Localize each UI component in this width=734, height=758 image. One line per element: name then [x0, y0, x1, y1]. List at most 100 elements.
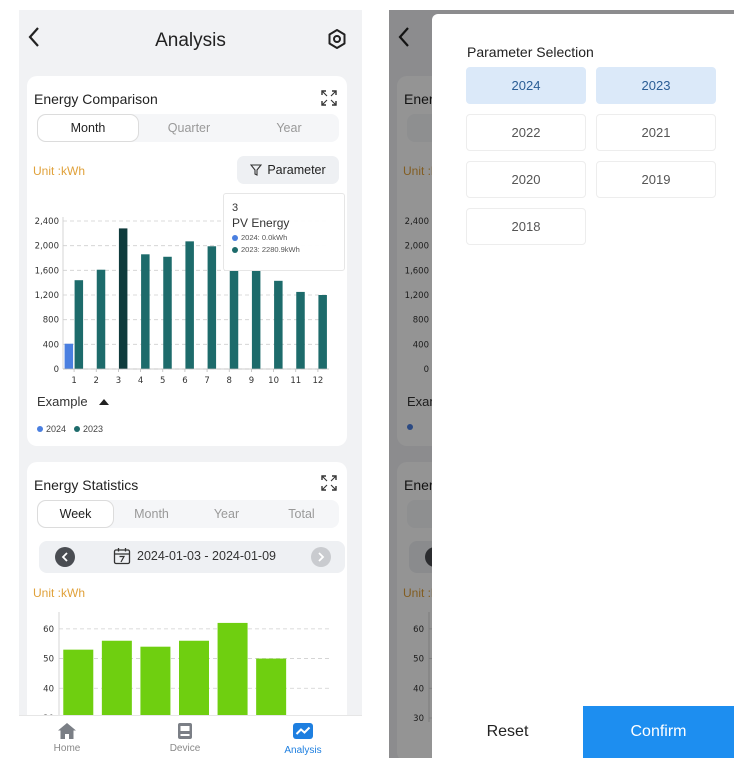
analysis-screen: Analysis Energy Comparison Month Quarter…	[19, 10, 362, 758]
tab-quarter[interactable]: Quarter	[139, 114, 239, 142]
bar-2023	[185, 241, 194, 369]
gear-icon	[328, 29, 346, 49]
tab-device[interactable]: Device	[145, 722, 225, 754]
x-tick-label: 10	[268, 376, 279, 386]
energy-comparison-card: Energy Comparison Month Quarter Year Uni…	[27, 76, 347, 446]
bar-2023	[163, 256, 172, 369]
series-dot	[37, 426, 43, 432]
top-bar: Analysis	[19, 10, 362, 68]
y-tick-label: 0	[54, 365, 59, 375]
legend-item-2024: 2024	[37, 424, 66, 434]
parameter-button[interactable]: Parameter	[237, 156, 339, 184]
year-option-2022[interactable]: 2022	[466, 114, 586, 151]
x-tick-label: 5	[160, 376, 165, 386]
year-option-2020[interactable]: 2020	[466, 161, 586, 198]
home-icon	[58, 723, 76, 739]
chevron-left-icon	[61, 552, 68, 562]
reset-button[interactable]: Reset	[432, 706, 583, 758]
filter-icon	[250, 164, 263, 176]
confirm-button[interactable]: Confirm	[583, 706, 734, 758]
tooltip-value: 2023: 2280.9kWh	[241, 245, 300, 254]
year-option-2019[interactable]: 2019	[596, 161, 716, 198]
expand-icon	[321, 475, 337, 491]
year-option-2021[interactable]: 2021	[596, 114, 716, 151]
device-icon	[178, 723, 192, 739]
tab-label: Analysis	[284, 745, 322, 756]
chevron-right-icon	[318, 552, 325, 562]
bar-2023	[296, 291, 305, 369]
legend-item-2023: 2023	[74, 424, 103, 434]
tooltip-value: 2024: 0.0kWh	[241, 233, 288, 242]
tab-analysis[interactable]: Analysis	[263, 722, 343, 756]
analysis-screen-with-drawer: Energy Comparison Unit :kWh 04008001,200…	[389, 10, 734, 758]
bar-2023	[318, 295, 327, 369]
bar-2024	[64, 343, 74, 369]
bar-2023	[118, 228, 128, 369]
y-tick-label: 800	[43, 316, 59, 326]
tooltip-series-name: PV Energy	[232, 216, 290, 230]
tab-label: Home	[53, 743, 81, 754]
bar-energy	[179, 640, 209, 722]
series-dot	[74, 426, 81, 432]
bar-2023	[96, 269, 106, 369]
next-date-button[interactable]	[311, 547, 331, 567]
expand-button[interactable]	[321, 90, 337, 106]
energy-statistics-card: Energy Statistics Week Month Year Total …	[27, 462, 347, 758]
caret-up-icon	[99, 399, 110, 405]
y-tick-label: 2,000	[35, 242, 59, 252]
date-range-picker: 2024-01-03 - 2024-01-09	[39, 541, 345, 573]
year-option-2023[interactable]: 2023	[596, 67, 716, 104]
analysis-icon	[293, 723, 313, 739]
bar-energy	[101, 640, 132, 722]
tab-year[interactable]: Year	[239, 114, 339, 142]
x-tick-label: 12	[313, 376, 324, 386]
period-tabs: Month Quarter Year	[37, 114, 339, 142]
x-tick-label: 3	[116, 376, 121, 386]
bar-energy	[256, 658, 287, 722]
bar-2023	[274, 280, 283, 369]
legend-label: 2023	[83, 424, 104, 434]
y-tick-label: 1,600	[35, 266, 59, 276]
expand-button[interactable]	[321, 475, 337, 491]
y-tick-label: 40	[43, 684, 54, 694]
x-tick-label: 4	[138, 376, 143, 386]
series-dot	[232, 234, 238, 241]
x-tick-label: 2	[94, 376, 99, 386]
statistics-chart: 30405060	[43, 612, 329, 722]
tab-total[interactable]: Total	[264, 500, 339, 528]
bar-energy	[140, 646, 171, 722]
y-tick-label: 400	[43, 340, 59, 350]
card-title: Energy Comparison	[34, 91, 158, 107]
tab-home[interactable]: Home	[27, 722, 107, 754]
chart-tooltip: 3 PV Energy 2024: 0.0kWh 2023: 2280.9kWh	[223, 193, 345, 271]
bottom-tab-bar: Home Device Analysis	[19, 715, 362, 758]
tab-label: Device	[169, 743, 201, 754]
bar-energy	[63, 649, 94, 722]
bar-2023	[207, 246, 217, 369]
x-tick-label: 7	[204, 376, 209, 386]
legend-toggle[interactable]: Example	[37, 394, 110, 409]
year-grid: 2024 2023 2022 2021 2020 2019 2018	[466, 67, 718, 245]
tab-month[interactable]: Month	[37, 114, 139, 142]
example-label: Example	[37, 394, 88, 409]
x-tick-label: 6	[182, 376, 187, 386]
bar-energy	[217, 622, 248, 722]
year-option-2018[interactable]: 2018	[466, 208, 586, 245]
settings-button[interactable]	[326, 28, 348, 50]
bar-2023	[229, 270, 239, 369]
tab-month[interactable]: Month	[114, 500, 189, 528]
legend-label: 2024	[46, 424, 67, 434]
x-tick-label: 11	[290, 376, 301, 386]
parameter-label: Parameter	[267, 163, 326, 177]
bar-2023	[74, 280, 84, 369]
tooltip-row: 2024: 0.0kWh	[232, 233, 344, 242]
tab-year[interactable]: Year	[189, 500, 264, 528]
tooltip-row: 2023: 2280.9kWh	[232, 245, 344, 254]
prev-date-button[interactable]	[55, 547, 75, 567]
year-option-2024[interactable]: 2024	[466, 67, 586, 104]
unit-label: Unit :kWh	[33, 164, 86, 178]
y-tick-label: 50	[43, 655, 54, 665]
calendar-icon	[113, 548, 131, 565]
tab-week[interactable]: Week	[37, 500, 114, 528]
drawer-actions: Reset Confirm	[432, 706, 734, 758]
